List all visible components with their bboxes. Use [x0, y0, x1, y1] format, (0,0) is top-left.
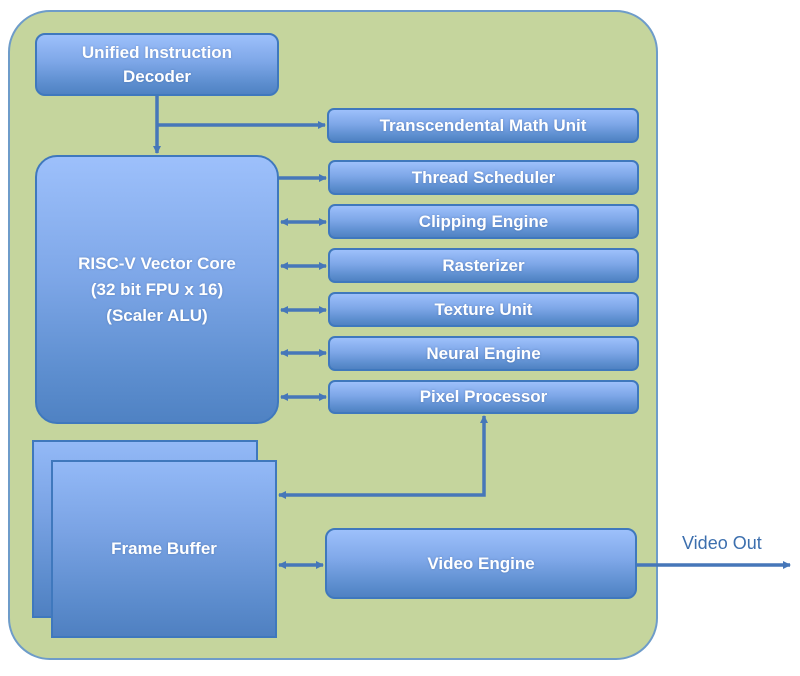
pixel-processor-block: Pixel Processor [328, 380, 639, 414]
clipping-engine-label: Clipping Engine [418, 211, 549, 231]
texture-unit-label: Texture Unit [434, 299, 533, 319]
decoder-label-line2: Decoder [122, 66, 192, 86]
rasterizer-label: Rasterizer [442, 255, 525, 275]
pixel-processor-label: Pixel Processor [419, 387, 548, 406]
transcendental-label: Transcendental Math Unit [379, 115, 587, 135]
decoder-label-line1: Unified Instruction [81, 42, 233, 62]
texture-unit-block: Texture Unit [328, 292, 639, 327]
neural-engine-label: Neural Engine [426, 343, 541, 363]
frame-buffer-block: Frame Buffer [51, 460, 277, 638]
unified-instruction-decoder-block: Unified Instruction Decoder [35, 33, 279, 96]
video-out-label: Video Out [682, 533, 762, 553]
clipping-engine-block: Clipping Engine [328, 204, 639, 239]
core-label-line1: RISC-V Vector Core [78, 253, 236, 273]
rasterizer-block: Rasterizer [328, 248, 639, 283]
risc-v-vector-core-block: RISC-V Vector Core (32 bit FPU x 16) (Sc… [35, 155, 279, 424]
video-engine-label: Video Engine [427, 553, 535, 573]
transcendental-math-unit-block: Transcendental Math Unit [327, 108, 639, 143]
neural-engine-block: Neural Engine [328, 336, 639, 371]
video-engine-block: Video Engine [325, 528, 637, 599]
core-label-line2: (32 bit FPU x 16) [90, 279, 224, 299]
core-label-line3: (Scaler ALU) [106, 305, 208, 325]
frame-buffer-label: Frame Buffer [111, 539, 217, 558]
thread-scheduler-block: Thread Scheduler [328, 160, 639, 195]
thread-scheduler-label: Thread Scheduler [411, 167, 556, 187]
